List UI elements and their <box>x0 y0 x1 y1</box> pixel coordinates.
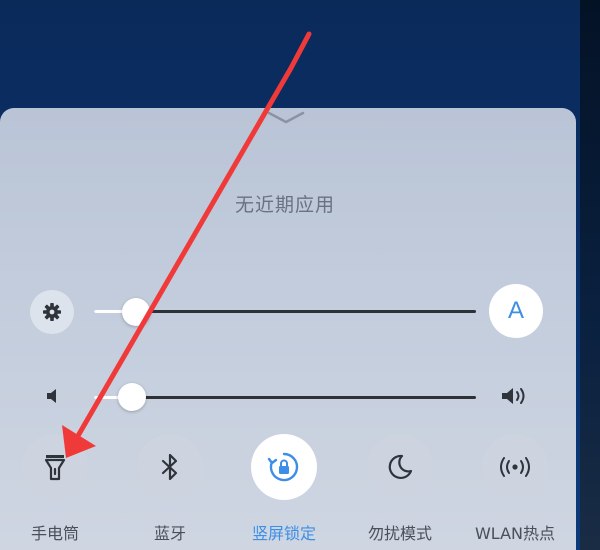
toggle-rotation-lock[interactable]: 竖屏锁定 <box>229 434 339 550</box>
brightness-settings-button[interactable] <box>30 290 74 334</box>
flashlight-button[interactable] <box>22 434 88 500</box>
volume-slider[interactable] <box>94 396 476 399</box>
toggle-bluetooth[interactable]: 蓝牙 <box>115 434 225 550</box>
moon-icon <box>388 454 413 480</box>
wallpaper <box>580 0 600 550</box>
hotspot-icon <box>500 457 530 477</box>
toggle-do-not-disturb-label: 勿扰模式 <box>367 524 432 543</box>
toggle-bluetooth-label: 蓝牙 <box>153 524 186 543</box>
do-not-disturb-button[interactable] <box>367 434 433 500</box>
bluetooth-button[interactable] <box>137 434 203 500</box>
collapse-chevron-icon[interactable] <box>266 110 306 126</box>
gear-icon <box>43 303 61 321</box>
toggle-do-not-disturb[interactable]: 勿扰模式 <box>345 434 455 550</box>
brightness-slider-thumb[interactable] <box>122 298 151 326</box>
flashlight-icon <box>44 455 66 481</box>
wlan-hotspot-button[interactable] <box>482 434 548 500</box>
toggle-wlan-hotspot-label: WLAN热点 <box>474 524 556 543</box>
bluetooth-icon <box>161 453 178 481</box>
toggle-flashlight[interactable]: 手电筒 <box>0 434 110 550</box>
rotation-lock-button[interactable] <box>251 434 317 500</box>
auto-brightness-button[interactable]: A <box>489 284 543 338</box>
toggle-wlan-hotspot[interactable]: WLAN热点 <box>460 434 570 550</box>
speaker-high-icon <box>502 388 525 404</box>
rotation-lock-icon <box>267 452 299 482</box>
brightness-slider[interactable] <box>94 310 476 313</box>
toggle-flashlight-label: 手电筒 <box>30 524 79 543</box>
volume-slider-thumb[interactable] <box>118 383 147 411</box>
speaker-low-icon <box>47 389 56 403</box>
recent-apps-text: 无近期应用 <box>234 194 335 216</box>
toggle-rotation-lock-label: 竖屏锁定 <box>251 524 316 543</box>
